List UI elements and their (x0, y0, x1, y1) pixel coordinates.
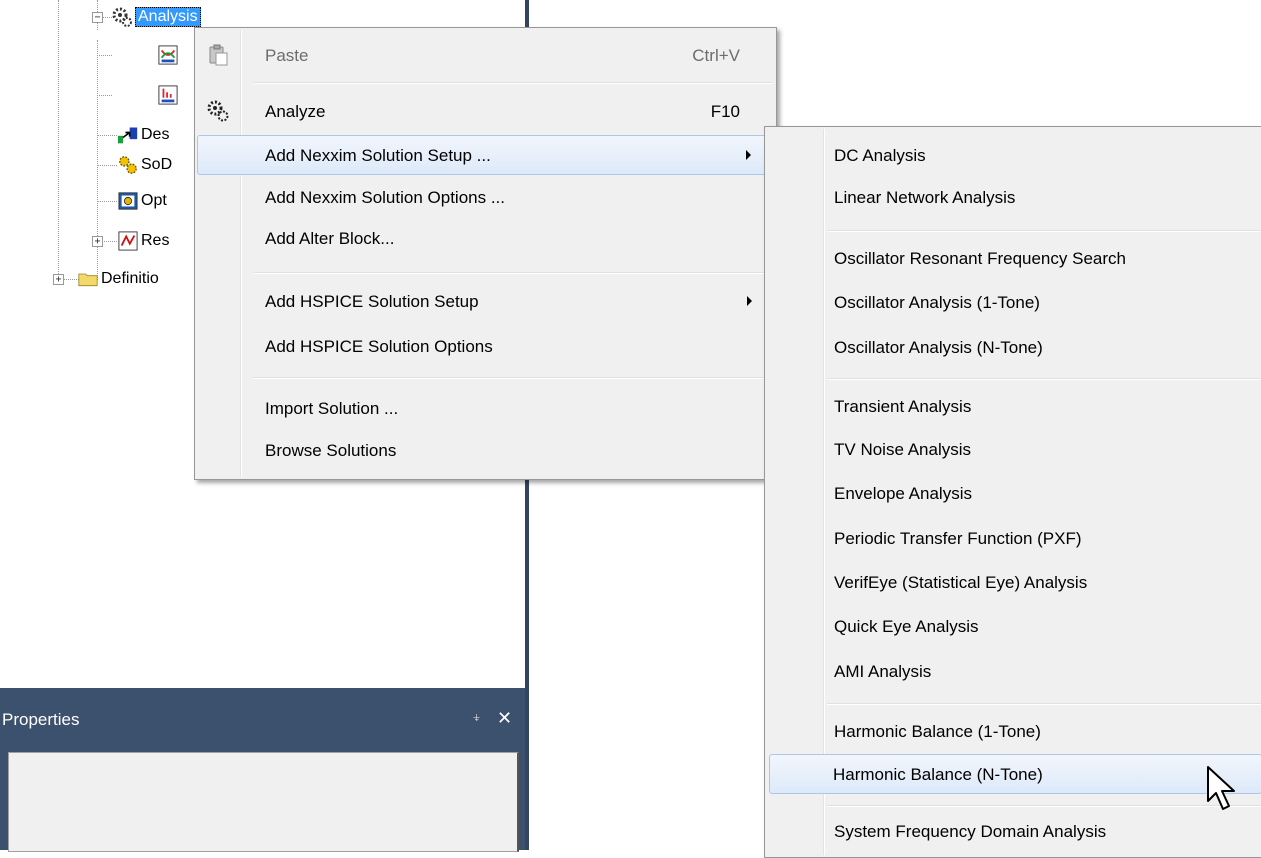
menu-item-label: Oscillator Analysis (N-Tone) (834, 338, 1043, 357)
menu-item-browse-solutions[interactable]: Browse Solutions (197, 431, 774, 471)
menu-item-label: Periodic Transfer Function (PXF) (834, 529, 1082, 548)
menu-item-add-hspice-solution-setup[interactable]: Add HSPICE Solution Setup (197, 282, 774, 322)
close-icon[interactable]: ✕ (497, 708, 512, 729)
tree-item-label: Analysis (135, 7, 201, 27)
menu-item-label: TV Noise Analysis (834, 440, 971, 459)
submenu-item-harmonic-balance-1-tone[interactable]: Harmonic Balance (1-Tone) (767, 712, 1260, 752)
menu-item-label: Import Solution ... (265, 399, 399, 418)
design-icon (118, 125, 138, 145)
menu-item-label: Add Alter Block... (265, 229, 395, 248)
submenu-item-ami-analysis[interactable]: AMI Analysis (767, 652, 1260, 692)
menu-item-label: Oscillator Resonant Frequency Search (834, 249, 1126, 268)
submenu-item-oscillator-analysis-1-tone[interactable]: Oscillator Analysis (1-Tone) (767, 283, 1260, 323)
results-chart-icon (118, 231, 138, 251)
menu-item-label: Transient Analysis (834, 397, 972, 416)
tree-item-label: Des (141, 126, 170, 143)
menu-item-label: Add Nexxim Solution Setup ... (265, 146, 491, 165)
menu-item-import-solution[interactable]: Import Solution ... (197, 389, 774, 429)
submenu-item-oscillator-resonant-frequency-search[interactable]: Oscillator Resonant Frequency Search (767, 239, 1260, 279)
submenu-item-quick-eye-analysis[interactable]: Quick Eye Analysis (767, 607, 1260, 647)
tree-item-definitions[interactable]: Definitio (78, 266, 159, 292)
expand-toggle-definitions[interactable]: + (53, 274, 64, 285)
properties-title: Properties (2, 710, 80, 729)
menu-item-label: Add Nexxim Solution Options ... (265, 188, 506, 207)
menu-item-label: Browse Solutions (265, 441, 397, 460)
tree-item-label: Definitio (101, 270, 159, 287)
menu-item-label: Linear Network Analysis (834, 188, 1016, 207)
tree-item-label: Res (141, 232, 170, 249)
folder-icon (78, 269, 98, 289)
collapse-toggle-analysis[interactable]: − (92, 12, 103, 23)
submenu-item-transient-analysis[interactable]: Transient Analysis (767, 387, 1260, 427)
menu-item-shortcut: Ctrl+V (692, 46, 740, 65)
menu-item-label: System Frequency Domain Analysis (834, 822, 1107, 841)
menu-item-add-hspice-solution-options[interactable]: Add HSPICE Solution Options (197, 327, 774, 367)
menu-item-paste[interactable]: Paste Ctrl+V (197, 36, 774, 76)
menu-item-label: Harmonic Balance (N-Tone) (833, 765, 1043, 784)
menu-item-label: Envelope Analysis (834, 484, 972, 503)
gears-icon (112, 7, 132, 27)
nexxim-solution-setup-submenu: DC Analysis Linear Network Analysis Osci… (764, 126, 1261, 858)
tree-item-sod[interactable]: SoD (118, 152, 172, 178)
submenu-item-envelope-analysis[interactable]: Envelope Analysis (767, 474, 1260, 514)
submenu-arrow-icon (746, 150, 751, 160)
yellow-gears-icon (118, 155, 138, 175)
menu-item-label: Analyze (265, 102, 326, 121)
tree-item-results[interactable]: Res (118, 228, 169, 254)
paste-icon (207, 44, 229, 66)
submenu-item-oscillator-analysis-n-tone[interactable]: Oscillator Analysis (N-Tone) (767, 328, 1260, 368)
menu-item-add-nexxim-solution-options[interactable]: Add Nexxim Solution Options ... (197, 178, 774, 218)
menu-item-label: AMI Analysis (834, 662, 932, 681)
tree-item-analysis-setup-2[interactable] (158, 82, 181, 108)
tree-item-analysis-setup-1[interactable] (158, 42, 181, 68)
menu-item-add-alter-block[interactable]: Add Alter Block... (197, 219, 774, 259)
tree-item-label: Opt (141, 192, 167, 209)
tree-item-label: SoD (141, 156, 173, 173)
menu-item-label: Add HSPICE Solution Options (265, 337, 493, 356)
menu-item-label: DC Analysis (834, 146, 926, 165)
submenu-item-periodic-transfer-function[interactable]: Periodic Transfer Function (PXF) (767, 519, 1260, 559)
submenu-item-harmonic-balance-n-tone[interactable]: Harmonic Balance (N-Tone) (769, 754, 1261, 794)
properties-panel-header: Properties ⍖ ✕ (0, 688, 525, 750)
menu-item-shortcut: F10 (710, 102, 740, 121)
analyze-gears-icon (207, 100, 229, 122)
menu-item-label: VerifEye (Statistical Eye) Analysis (834, 573, 1088, 592)
tree-item-design[interactable]: Des (118, 122, 169, 148)
menu-item-label: Paste (265, 46, 309, 65)
menu-item-label: Add HSPICE Solution Setup (265, 292, 479, 311)
submenu-item-linear-network-analysis[interactable]: Linear Network Analysis (767, 178, 1260, 218)
menu-item-label: Quick Eye Analysis (834, 617, 979, 636)
spectrum-plot-icon (158, 85, 178, 105)
sweep-plot-icon (158, 45, 178, 65)
tree-item-optimetrics[interactable]: Opt (118, 188, 167, 214)
mouse-cursor-icon (1207, 766, 1235, 810)
submenu-item-dc-analysis[interactable]: DC Analysis (767, 136, 1260, 176)
menu-item-label: Oscillator Analysis (1-Tone) (834, 293, 1040, 312)
context-menu: Paste Ctrl+V Analyze F10 Add Nexxim Solu… (194, 27, 777, 480)
submenu-item-system-frequency-domain-analysis[interactable]: System Frequency Domain Analysis (767, 812, 1260, 852)
menu-item-analyze[interactable]: Analyze F10 (197, 92, 774, 132)
expand-toggle-results[interactable]: + (92, 236, 103, 247)
menu-item-add-nexxim-solution-setup[interactable]: Add Nexxim Solution Setup ... (197, 135, 774, 175)
properties-content (8, 752, 519, 852)
submenu-item-tv-noise-analysis[interactable]: TV Noise Analysis (767, 430, 1260, 470)
tree-item-analysis[interactable]: Analysis (112, 4, 201, 30)
submenu-arrow-icon (747, 296, 752, 306)
pin-icon[interactable]: ⍖ (472, 709, 481, 726)
submenu-item-verifeye-analysis[interactable]: VerifEye (Statistical Eye) Analysis (767, 563, 1260, 603)
optimetrics-icon (118, 191, 138, 211)
menu-item-label: Harmonic Balance (1-Tone) (834, 722, 1041, 741)
